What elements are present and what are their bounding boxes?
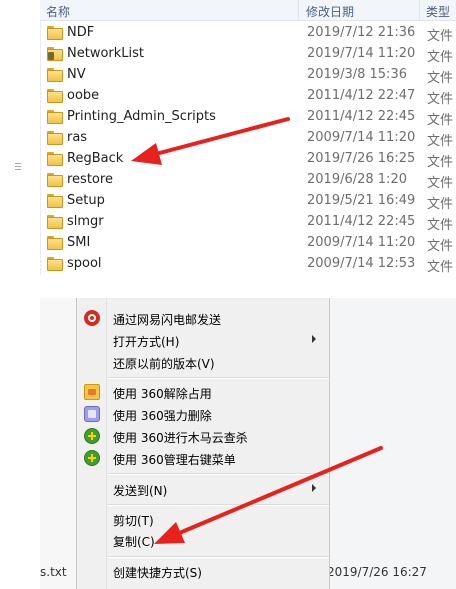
annotation-arrow-regback (131, 117, 290, 165)
file-list-panel: 名称 修改日期 类型 NDF 2019/7/12 21:36 文件 Networ… (0, 0, 456, 275)
context-menu-panel: s.txt 2019/7/26 16:27 通过网易闪电邮发送 打开方式(H) … (0, 298, 456, 589)
annotation-arrow-copy (154, 446, 383, 544)
